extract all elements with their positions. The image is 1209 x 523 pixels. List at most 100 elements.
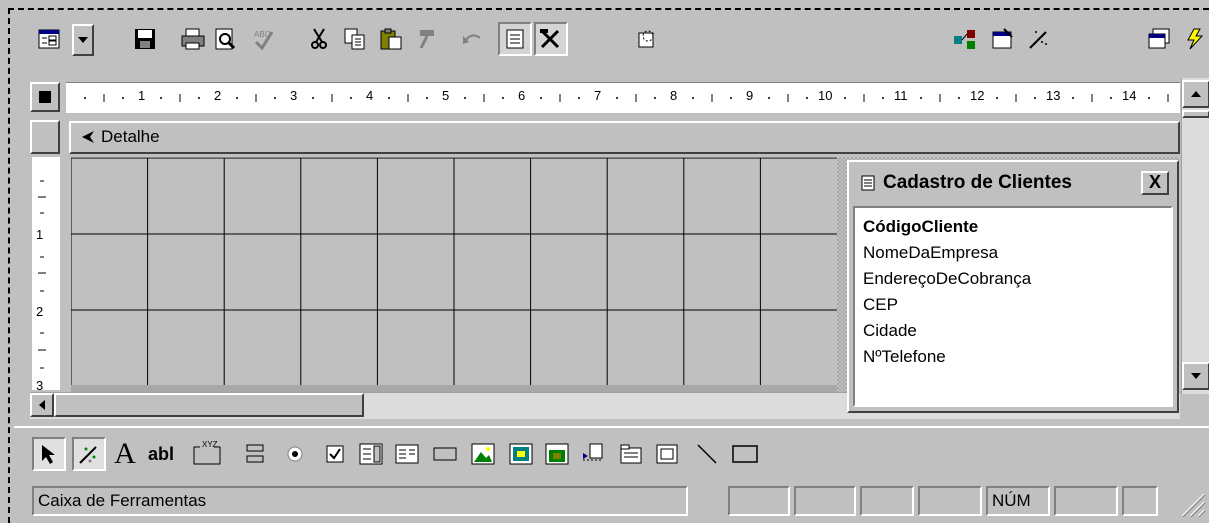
section-selector[interactable] (30, 120, 60, 154)
option-button-tool[interactable] (278, 437, 312, 471)
design-grid[interactable] (70, 157, 837, 387)
code-builder-button[interactable] (1022, 22, 1056, 56)
bound-object-frame-tool[interactable] (540, 437, 574, 471)
section-label: Detalhe (101, 127, 160, 146)
lightning-icon (1186, 28, 1203, 50)
page-break-tool[interactable] (576, 437, 610, 471)
properties-toggle-button[interactable] (498, 22, 532, 56)
view-dropdown-arrow[interactable] (72, 24, 94, 56)
spelling-button[interactable]: ABC (246, 22, 280, 56)
checkbox-icon (326, 445, 344, 463)
command-button-icon (433, 447, 457, 461)
vertical-scrollbar[interactable] (1181, 78, 1209, 394)
field-list-titlebar[interactable]: Cadastro de Clientes X (853, 166, 1173, 200)
line-icon (697, 444, 717, 464)
label-tool[interactable]: A (108, 437, 142, 471)
dashed-border-left (8, 8, 10, 523)
detail-section-bar[interactable]: Detalhe (69, 121, 1180, 154)
paste-button[interactable] (374, 22, 408, 56)
ruler-number: 10 (818, 88, 833, 103)
subform-tool[interactable] (650, 437, 684, 471)
rectangle-tool[interactable] (728, 437, 762, 471)
image-tool[interactable] (466, 437, 500, 471)
horizontal-scroll-thumb[interactable] (54, 393, 364, 417)
ruler-number: 14 (1122, 88, 1137, 103)
scroll-thumb[interactable] (1182, 110, 1209, 118)
relationships-icon (954, 30, 975, 49)
toggle-button-tool[interactable] (238, 437, 272, 471)
scroll-down-button[interactable] (1182, 362, 1209, 390)
vruler-number-1: 1 (36, 227, 44, 242)
unbound-object-frame-tool[interactable] (504, 437, 538, 471)
line-tool[interactable] (690, 437, 724, 471)
option-group-tool[interactable]: XYZ (190, 437, 224, 471)
cut-button[interactable] (302, 22, 336, 56)
pointer-arrow-icon (42, 445, 55, 464)
field-list-item[interactable]: CEP (855, 292, 1171, 318)
status-indicator-6 (1054, 486, 1118, 516)
format-painter-button[interactable] (410, 22, 444, 56)
field-list-item[interactable]: CódigoCliente (855, 214, 1171, 240)
field-list-title: Cadastro de Clientes (883, 172, 1072, 193)
toggle-button-icon (246, 444, 264, 463)
page-break-icon (583, 443, 603, 461)
ruler-number: 13 (1046, 88, 1061, 103)
arrow-left-icon (39, 400, 45, 410)
new-object-button[interactable] (1180, 22, 1209, 56)
vertical-ruler-ticks (38, 180, 46, 369)
arrow-up-icon (1191, 91, 1201, 97)
field-list-window[interactable]: Cadastro de Clientes X CódigoCliente Nome… (847, 160, 1179, 413)
view-button[interactable] (32, 22, 66, 56)
ruler-number: 2 (214, 88, 222, 103)
vruler-number-3: 3 (36, 378, 44, 393)
control-wizards-tool[interactable] (72, 437, 106, 471)
chevron-down-icon (78, 37, 88, 43)
combo-box-tool[interactable] (354, 437, 388, 471)
field-list-item[interactable]: NºTelefone (855, 344, 1171, 370)
list-box-tool[interactable] (390, 437, 424, 471)
ruler-number: 12 (970, 88, 985, 103)
field-list-item[interactable]: Cidade (855, 318, 1171, 344)
format-painter-icon (419, 30, 434, 49)
properties-button[interactable] (986, 22, 1020, 56)
subform-icon (656, 444, 678, 464)
text-box-tool[interactable]: abl (144, 437, 178, 471)
scroll-left-button[interactable] (30, 393, 54, 417)
toolbox-toggle-button[interactable] (534, 22, 568, 56)
label-tool-glyph: A (114, 437, 136, 470)
image-icon (471, 443, 495, 465)
rectangle-icon (732, 445, 758, 463)
print-button[interactable] (176, 22, 210, 56)
scroll-up-button[interactable] (1182, 80, 1209, 108)
bound-frame-icon (545, 443, 569, 465)
dashed-border-top (8, 8, 1209, 10)
combo-box-icon (359, 443, 383, 465)
relationships-button[interactable] (948, 22, 982, 56)
ruler-numbers: 1 2 3 4 5 6 7 8 9 10 11 12 13 14 (66, 88, 1180, 108)
field-list-close-button[interactable]: X (1141, 171, 1169, 195)
vertical-ruler: 1 2 3 (32, 157, 60, 393)
tab-control-tool[interactable] (614, 437, 648, 471)
control-wizard-icon (79, 446, 97, 464)
form-selector[interactable] (30, 82, 60, 112)
tab-control-icon (620, 444, 642, 464)
radio-button-icon (287, 446, 303, 462)
save-button[interactable] (128, 22, 162, 56)
properties-icon (506, 29, 524, 49)
select-objects-tool[interactable] (32, 437, 66, 471)
check-box-tool[interactable] (318, 437, 352, 471)
status-indicator-1 (728, 486, 790, 516)
build-button[interactable] (630, 22, 664, 56)
resize-grip-icon[interactable] (1178, 490, 1206, 518)
copy-button[interactable] (338, 22, 372, 56)
undo-button[interactable] (456, 22, 490, 56)
field-list-item[interactable]: NomeDaEmpresa (855, 240, 1171, 266)
ruler-number: 5 (442, 88, 450, 103)
field-list-item[interactable]: EndereçoDeCobrança (855, 266, 1171, 292)
ruler-number: 7 (594, 88, 602, 103)
command-button-tool[interactable] (428, 437, 462, 471)
ruler-number: 3 (290, 88, 298, 103)
build-wand-icon (638, 30, 654, 48)
print-preview-button[interactable] (208, 22, 242, 56)
database-window-button[interactable] (1142, 22, 1176, 56)
